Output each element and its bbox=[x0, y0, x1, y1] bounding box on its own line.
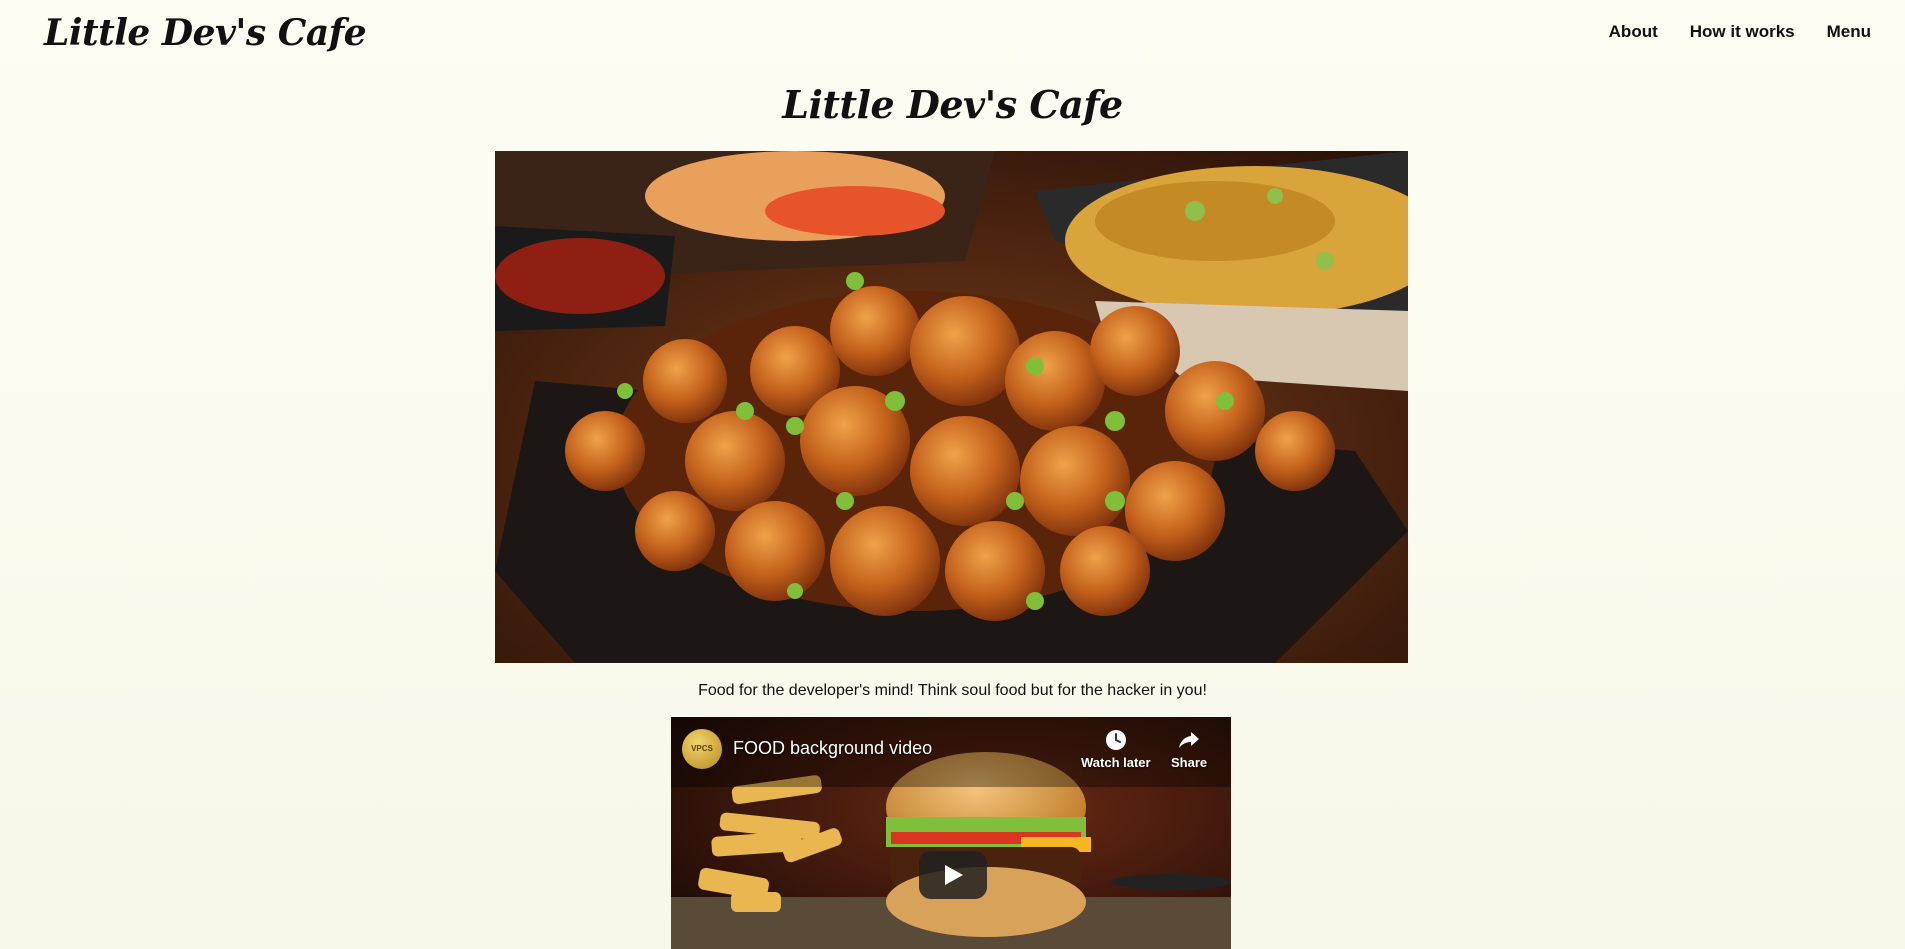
clock-icon bbox=[1105, 730, 1126, 750]
site-logo[interactable]: Little Dev's Cafe bbox=[44, 12, 367, 54]
watch-later-button[interactable]: Watch later bbox=[1081, 729, 1151, 770]
video-embed[interactable]: VPCS FOOD background video Watch later S… bbox=[671, 717, 1231, 949]
video-title[interactable]: FOOD background video bbox=[733, 738, 932, 759]
nav-link-about[interactable]: About bbox=[1609, 22, 1658, 42]
hero-food-image bbox=[495, 151, 1408, 663]
share-icon bbox=[1179, 732, 1200, 748]
share-label: Share bbox=[1171, 755, 1208, 770]
nav-link-menu[interactable]: Menu bbox=[1827, 22, 1871, 42]
play-button[interactable] bbox=[919, 851, 987, 899]
play-icon bbox=[945, 865, 963, 885]
channel-avatar[interactable]: VPCS bbox=[682, 729, 722, 769]
page-title: Little Dev's Cafe bbox=[782, 82, 1123, 127]
nav-link-how-it-works[interactable]: How it works bbox=[1690, 22, 1795, 42]
watch-later-label: Watch later bbox=[1081, 755, 1151, 770]
share-button[interactable]: Share bbox=[1171, 729, 1207, 770]
tagline: Food for the developer's mind! Think sou… bbox=[698, 682, 1207, 699]
nav-links: About How it works Menu bbox=[1609, 22, 1871, 42]
navbar: Little Dev's Cafe About How it works Men… bbox=[0, 0, 1905, 72]
